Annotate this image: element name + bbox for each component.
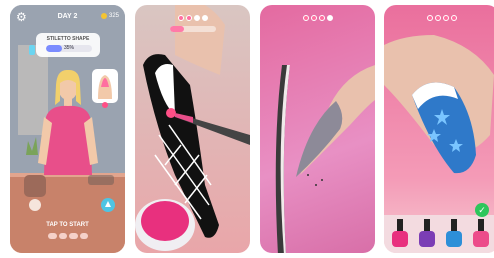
polish-scene [135, 5, 250, 251]
polish-bottle-4[interactable] [473, 219, 489, 247]
shape-progress-text: 35% [63, 45, 74, 51]
step-dot-2 [435, 15, 441, 21]
screen-lobby: ⚙ DAY 2 325 STILETTO SHAPE 35% TAP TO ST… [10, 5, 125, 253]
screen-nail-art: ✓ [384, 5, 494, 253]
check-icon[interactable]: ✓ [475, 203, 489, 217]
step-indicator [303, 15, 333, 21]
task-progress-fill [170, 26, 184, 32]
shape-title: STILETTO SHAPE [46, 36, 90, 42]
polish-bottle-2[interactable] [419, 219, 435, 247]
hand-selector[interactable] [48, 233, 88, 239]
step-dot-4 [202, 15, 208, 21]
coin-icon [100, 13, 107, 19]
tap-to-start-button[interactable]: TAP TO START [10, 222, 125, 228]
polish-bottles [392, 219, 489, 247]
step-dot-3 [194, 15, 200, 21]
step-dot-2 [186, 15, 192, 21]
step-dot-2 [311, 15, 317, 21]
step-dot-3 [443, 15, 449, 21]
filing-scene [275, 65, 375, 253]
step-dot-1 [303, 15, 309, 21]
polish-bottle-1[interactable] [392, 219, 408, 247]
coin-count: 325 [108, 13, 119, 19]
step-indicator [427, 15, 457, 21]
screen-polish [135, 5, 250, 253]
step-dot-1 [178, 15, 184, 21]
pot [24, 175, 46, 197]
step-dot-4 [327, 15, 333, 21]
coin-counter: 325 [100, 13, 119, 19]
step-dot-3 [319, 15, 325, 21]
hand-tool-icon[interactable] [29, 199, 41, 211]
step-dot-1 [427, 15, 433, 21]
polish-bottle-3[interactable] [446, 219, 462, 247]
shape-panel: STILETTO SHAPE 35% [36, 33, 100, 57]
polish-dot [166, 108, 176, 118]
task-progress-bar [170, 26, 216, 32]
step-dot-4 [451, 15, 457, 21]
flask-icon [29, 45, 35, 55]
step-indicator [178, 15, 208, 21]
character-shirt [44, 105, 92, 175]
pink-powder [141, 201, 189, 241]
screen-filing [260, 5, 375, 253]
